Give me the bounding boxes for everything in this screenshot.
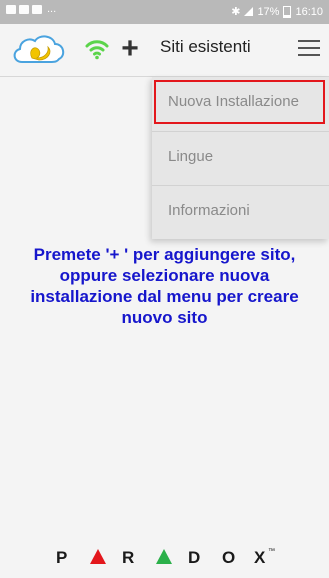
notification-icon	[19, 5, 29, 14]
empty-state-message: Premete '+ ' per aggiungere sito, oppure…	[30, 245, 299, 327]
notification-icon	[32, 5, 42, 14]
hamburger-line	[298, 54, 320, 56]
plus-icon: +	[121, 32, 139, 65]
wifi-icon[interactable]	[84, 36, 110, 62]
bluetooth-icon: ✱	[231, 6, 241, 18]
status-dots: ...	[47, 3, 57, 15]
svg-text:P: P	[56, 548, 67, 567]
svg-text:X: X	[254, 548, 266, 567]
status-system: ✱ 17% 16:10	[231, 5, 323, 18]
svg-text:R: R	[122, 548, 134, 567]
menu-button[interactable]	[298, 40, 320, 58]
hamburger-menu-icon	[298, 40, 320, 42]
status-time: 16:10	[295, 5, 323, 18]
overflow-menu: Nuova Installazione Lingue Informazioni	[152, 77, 329, 239]
paradox-logo: P R D O X ™	[56, 548, 275, 567]
page-title: Siti esistenti	[160, 37, 251, 56]
battery-icon	[283, 5, 292, 18]
signal-icon	[244, 7, 254, 16]
menu-item-label: Nuova Installazione	[168, 93, 299, 110]
app-toolbar: + Siti esistenti	[0, 24, 329, 77]
add-site-button[interactable]: +	[118, 32, 142, 66]
battery-percent: 17%	[257, 5, 280, 18]
menu-item-label: Lingue	[168, 148, 214, 165]
menu-item-label: Informazioni	[168, 202, 250, 219]
notification-icon	[6, 5, 16, 14]
status-bar: ... ✱ 17% 16:10	[0, 0, 329, 24]
menu-item-lingue[interactable]: Lingue	[152, 131, 329, 186]
svg-text:O: O	[222, 548, 235, 567]
status-notifications: ...	[6, 3, 57, 15]
swan-cloud-logo	[13, 35, 65, 63]
menu-item-nuova-installazione[interactable]: Nuova Installazione	[152, 77, 329, 131]
trademark-mark: ™	[268, 548, 275, 555]
hamburger-line	[298, 47, 320, 49]
svg-text:D: D	[188, 548, 200, 567]
menu-item-informazioni[interactable]: Informazioni	[152, 185, 329, 240]
